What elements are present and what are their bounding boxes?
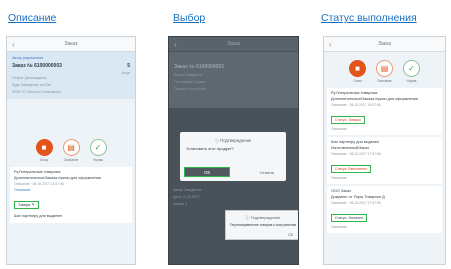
document-icon: ▤ <box>62 139 80 156</box>
check-icon: ✓ <box>403 60 420 77</box>
dialog-ok-button[interactable]: ОК <box>184 167 230 177</box>
document-icon: ▤ <box>376 60 393 77</box>
card-footer: Описание <box>331 225 347 229</box>
info-icon: ⓘ <box>214 138 220 143</box>
card-meta: Описание · 08.10.2017 14:07:06 <box>331 103 381 107</box>
info-line: Заказ Заведение <box>174 73 203 77</box>
redirect-dialog: ⓘ Подтверждение Перенаправление товаров … <box>225 210 298 240</box>
info-line: 3026 TO Электро Устанавлен <box>12 90 61 94</box>
info-line: Текущее состояние <box>174 87 207 91</box>
order-qty: 5 <box>127 63 130 69</box>
dialog-title: ⓘ Подтверждение <box>245 215 281 220</box>
tab-label: Отказ <box>353 79 362 83</box>
app-header: ‹ Заказ <box>7 37 135 52</box>
info-label: Автор разрешения <box>12 56 44 60</box>
phone-screen-status: ‹ Заказ ■ Отказ ▤ Описание ✓ Норма Ру.Ге… <box>323 36 446 265</box>
card-footer: Описание <box>331 176 347 180</box>
item-card[interactable]: Ру.Генеральные товарные Дополнительные/З… <box>10 167 132 223</box>
back-arrow-icon[interactable]: ‹ <box>12 40 22 49</box>
card-meta: Описание · 08.10.2017 17:07:06 <box>331 152 381 156</box>
status-card[interactable]: Ру.Генеральные товарные Дополнительные/З… <box>327 88 442 135</box>
order-number: Заказ № 6100000003 <box>174 64 224 70</box>
back-arrow-icon[interactable]: ‹ <box>329 40 339 49</box>
tab-label: Отказ <box>39 158 49 162</box>
reject-icon: ■ <box>35 139 53 156</box>
app-header: ‹ Заказ <box>169 37 298 52</box>
status-text: Товары <box>18 203 31 207</box>
tab-reject[interactable]: ■ Отказ <box>349 60 366 83</box>
info-line: Поставщик Сервис <box>174 80 206 84</box>
header-title: Заказ <box>377 41 392 47</box>
app-header: ‹ Заказ <box>324 37 445 52</box>
dialog-question: Установить этот продукт? <box>186 146 234 151</box>
tab-label: Описание <box>377 79 392 83</box>
status-highlight-box[interactable]: Товары ✎ <box>14 201 39 209</box>
tab-label: Описание <box>63 158 79 162</box>
header-title: Заказ <box>64 41 78 47</box>
card-line: Заказ Заведение <box>173 188 202 192</box>
column-title-choice: Выбор <box>173 12 206 24</box>
check-icon: ✓ <box>89 139 107 156</box>
edit-icon: ✎ <box>31 202 35 207</box>
status-card[interactable]: Шаг партнеру для выделен Изготовленный/З… <box>327 137 442 184</box>
tab-description[interactable]: ▤ Описание <box>376 60 393 83</box>
card-link[interactable]: Описание <box>14 187 128 193</box>
tab-reject[interactable]: ■ Отказ <box>35 139 53 162</box>
header-title: Заказ <box>226 41 241 47</box>
column-title-status: Статус выполнения <box>321 12 417 24</box>
order-number: Заказ № 6100000003 <box>12 63 62 69</box>
order-info-panel: Автор разрешения Заказ № 6100000003 5 Шт… <box>7 52 135 99</box>
phone-screen-description: ‹ Заказ Автор разрешения Заказ № 6100000… <box>6 36 136 265</box>
info-line: Нитрат Диоксиданта <box>12 76 47 80</box>
card-meta: Описание · 08.10.2017 17:07:05 <box>331 201 381 205</box>
column-title-description: Описание <box>8 12 57 24</box>
tab-label: Норма <box>93 158 103 162</box>
dialog-text: Перенаправление товаров к получателям <box>230 223 296 227</box>
phone-screen-choice: ‹ Заказ Заказ № 6100000003 Заказ Заведен… <box>168 36 299 265</box>
action-tabs: ■ Отказ ▤ Описание ✓ Норма <box>324 52 445 86</box>
background-card: Заказ Заведение Дата 11.02.2017 Норма 2 <box>173 187 293 208</box>
dialog-cancel-button[interactable]: Отмена <box>260 170 282 175</box>
card-footer: Шаг партнеру для выделен <box>14 214 63 218</box>
dialog-ok-button[interactable]: ОК <box>288 233 293 237</box>
tab-label: Норма <box>406 79 417 83</box>
tab-norm[interactable]: ✓ Норма <box>403 60 420 83</box>
card-line: Норма 2 <box>173 202 188 206</box>
status-badge: Статус: Выполнено <box>331 165 372 173</box>
dialog-title: ⓘ Подтверждение <box>214 138 252 143</box>
status-badge: Статус: Оплачен <box>331 214 367 222</box>
info-line: Куда Заведение из 50м <box>12 83 52 87</box>
reject-icon: ■ <box>349 60 366 77</box>
order-info-panel: Заказ № 6100000003 Заказ Заведение Поста… <box>169 52 298 108</box>
status-badge: Статус: Товары <box>331 116 365 124</box>
status-card[interactable]: ООО Заказ Документ от Пары Товарное Д Оп… <box>327 186 442 233</box>
order-number-row: Заказ № 6100000003 5 <box>12 62 130 71</box>
action-tabs: ■ Отказ ▤ Описание ✓ Норма <box>7 133 135 165</box>
back-arrow-icon[interactable]: ‹ <box>174 40 184 49</box>
tab-norm[interactable]: ✓ Норма <box>89 139 107 162</box>
info-icon: ⓘ <box>245 215 250 220</box>
tab-description[interactable]: ▤ Описание <box>62 139 80 162</box>
card-line: Дата 11.02.2017 <box>173 195 200 199</box>
confirm-dialog: ⓘ Подтверждение Установить этот продукт?… <box>180 132 286 181</box>
card-footer: Описание <box>331 127 347 131</box>
